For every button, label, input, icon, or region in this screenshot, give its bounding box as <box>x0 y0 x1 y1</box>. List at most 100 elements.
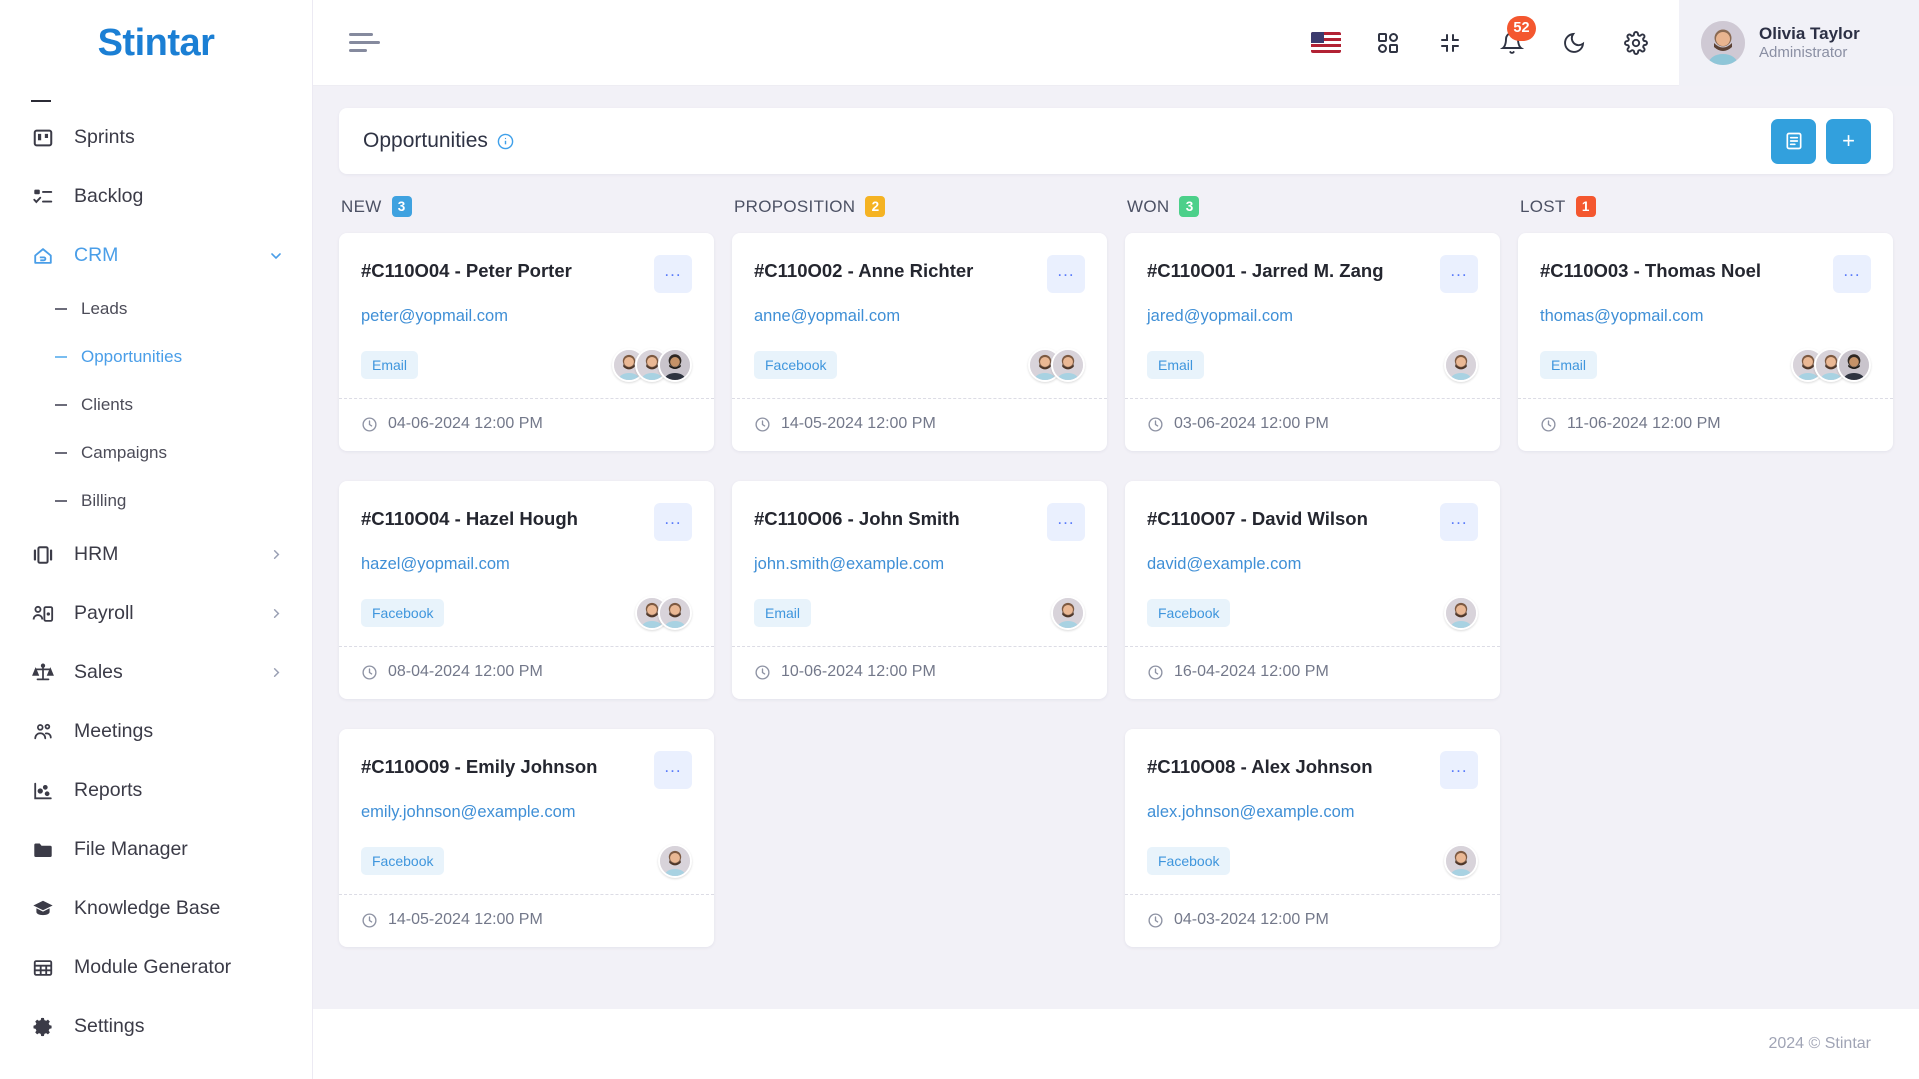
list-view-button[interactable] <box>1771 118 1816 164</box>
chevron-right-icon[interactable] <box>269 547 284 562</box>
card-source-tag: Email <box>754 599 812 627</box>
card-date: 14-05-2024 12:00 PM <box>781 415 936 432</box>
opportunity-card[interactable]: #C110O04 - Peter Porter... peter@yopmail.… <box>339 233 714 451</box>
card-source-tag: Facebook <box>754 351 838 379</box>
sidebar-subitem-label: Clients <box>81 395 133 414</box>
assignee-avatar[interactable] <box>1444 596 1478 630</box>
card-email-link[interactable]: peter@yopmail.com <box>361 307 692 326</box>
top-header: 52 Olivia Taylor Administrator <box>313 0 1919 86</box>
user-profile-menu[interactable]: Olivia Taylor Administrator <box>1679 0 1919 86</box>
card-menu-button[interactable]: ... <box>1833 255 1871 293</box>
sidebar-item-meetings[interactable]: Meetings <box>0 702 312 761</box>
assignee-avatar[interactable] <box>1444 348 1478 382</box>
sidebar-item-module-generator[interactable]: Module Generator <box>0 938 312 997</box>
opportunity-card[interactable]: #C110O07 - David Wilson... david@example.… <box>1125 481 1500 699</box>
card-email-link[interactable]: david@example.com <box>1147 555 1478 574</box>
chevron-down-icon[interactable] <box>268 248 284 264</box>
card-email-link[interactable]: jared@yopmail.com <box>1147 307 1478 326</box>
sidebar-subitem-opportunities[interactable]: Opportunities <box>0 333 312 381</box>
opportunity-card[interactable]: #C110O01 - Jarred M. Zang... jared@yopmai… <box>1125 233 1500 451</box>
settings-gear-icon[interactable] <box>1619 26 1653 60</box>
assignee-avatar[interactable] <box>1444 844 1478 878</box>
column-title: LOST <box>1520 196 1566 216</box>
kanban-board: NEW 3 #C110O04 - Peter Porter... peter@yopm… <box>339 196 1893 977</box>
chevron-right-icon[interactable] <box>269 665 284 680</box>
sidebar-scrolled-item <box>31 86 312 108</box>
sidebar-item-settings[interactable]: Settings <box>0 997 312 1056</box>
clock-icon <box>1147 912 1164 929</box>
opportunity-card[interactable]: #C110O06 - John Smith... john.smith@examp… <box>732 481 1107 699</box>
language-flag-us-icon[interactable] <box>1309 26 1343 60</box>
main-area: 52 Olivia Taylor Administrator Opportuni… <box>313 0 1919 1079</box>
column-count-badge: 3 <box>391 196 412 217</box>
sidebar-item-knowledge-base[interactable]: Knowledge Base <box>0 879 312 938</box>
card-meta-row: Facebook <box>754 346 1085 384</box>
sidebar-item-sprints[interactable]: Sprints <box>0 108 312 167</box>
opportunity-card[interactable]: #C110O03 - Thomas Noel... thomas@yopmail.… <box>1518 233 1893 451</box>
sidebar-item-reports[interactable]: Reports <box>0 761 312 820</box>
card-footer: 16-04-2024 12:00 PM <box>1125 646 1500 699</box>
sidebar-subitem-billing[interactable]: Billing <box>0 477 312 525</box>
assignee-avatar[interactable] <box>1837 348 1871 382</box>
card-email-link[interactable]: thomas@yopmail.com <box>1540 307 1871 326</box>
card-meta-row: Email <box>1540 346 1871 384</box>
card-email-link[interactable]: emily.johnson@example.com <box>361 803 692 822</box>
sidebar-item-sales[interactable]: Sales <box>0 643 312 702</box>
card-menu-button[interactable]: ... <box>654 503 692 541</box>
sidebar-subitem-campaigns[interactable]: Campaigns <box>0 429 312 477</box>
card-email-link[interactable]: john.smith@example.com <box>754 555 1085 574</box>
card-email-link[interactable]: anne@yopmail.com <box>754 307 1085 326</box>
assignee-avatar[interactable] <box>658 596 692 630</box>
clock-icon <box>754 664 771 681</box>
dash-icon <box>55 500 67 502</box>
card-menu-button[interactable]: ... <box>654 255 692 293</box>
notification-badge: 52 <box>1507 15 1536 41</box>
sidebar-item-backlog[interactable]: Backlog <box>0 167 312 226</box>
brand-logo[interactable]: Stintar <box>0 0 312 86</box>
sidebar-item-label: Sales <box>74 661 123 683</box>
chevron-right-icon[interactable] <box>269 606 284 621</box>
card-menu-button[interactable]: ... <box>1047 255 1085 293</box>
hamburger-icon[interactable] <box>349 33 380 52</box>
sidebar-subitem-clients[interactable]: Clients <box>0 381 312 429</box>
card-header: #C110O08 - Alex Johnson... <box>1147 751 1478 789</box>
card-menu-button[interactable]: ... <box>1440 751 1478 789</box>
card-footer: 14-05-2024 12:00 PM <box>339 894 714 947</box>
card-footer: 04-06-2024 12:00 PM <box>339 398 714 451</box>
page-footer: 2024 © Stintar <box>313 1009 1919 1079</box>
dark-mode-moon-icon[interactable] <box>1557 26 1591 60</box>
opportunity-card[interactable]: #C110O09 - Emily Johnson... emily.johnson… <box>339 729 714 947</box>
card-meta-row: Facebook <box>1147 594 1478 632</box>
card-body: #C110O08 - Alex Johnson... alex.johnson@e… <box>1125 729 1500 894</box>
card-email-link[interactable]: hazel@yopmail.com <box>361 555 692 574</box>
assignee-avatar[interactable] <box>658 348 692 382</box>
assignee-avatar[interactable] <box>658 844 692 878</box>
sidebar-item-hrm[interactable]: HRM <box>0 525 312 584</box>
assignee-avatar-group <box>612 348 692 382</box>
assignee-avatar[interactable] <box>1051 596 1085 630</box>
sidebar-item-file-manager[interactable]: File Manager <box>0 820 312 879</box>
opportunity-card[interactable]: #C110O04 - Hazel Hough... hazel@yopmail.c… <box>339 481 714 699</box>
sidebar-item-crm[interactable]: CRM <box>0 226 312 285</box>
add-opportunity-button[interactable]: + <box>1826 118 1871 164</box>
opportunity-card[interactable]: #C110O08 - Alex Johnson... alex.johnson@e… <box>1125 729 1500 947</box>
compress-icon[interactable] <box>1433 26 1467 60</box>
crm-icon <box>31 244 54 267</box>
card-menu-button[interactable]: ... <box>654 751 692 789</box>
column-header: NEW 3 <box>341 196 714 217</box>
assignee-avatar-group <box>1444 844 1478 878</box>
sidebar-item-label: Backlog <box>74 185 144 207</box>
notification-bell-icon[interactable]: 52 <box>1495 15 1536 60</box>
card-email-link[interactable]: alex.johnson@example.com <box>1147 803 1478 822</box>
opportunity-card[interactable]: #C110O02 - Anne Richter... anne@yopmail.c… <box>732 233 1107 451</box>
card-menu-button[interactable]: ... <box>1047 503 1085 541</box>
info-circle-icon[interactable] <box>497 133 514 150</box>
assignee-avatar[interactable] <box>1051 348 1085 382</box>
sidebar-subitem-leads[interactable]: Leads <box>0 285 312 333</box>
apps-grid-icon[interactable] <box>1371 26 1405 60</box>
card-menu-button[interactable]: ... <box>1440 255 1478 293</box>
card-footer: 03-06-2024 12:00 PM <box>1125 398 1500 451</box>
card-menu-button[interactable]: ... <box>1440 503 1478 541</box>
sidebar-item-payroll[interactable]: Payroll <box>0 584 312 643</box>
card-date: 16-04-2024 12:00 PM <box>1174 663 1329 680</box>
